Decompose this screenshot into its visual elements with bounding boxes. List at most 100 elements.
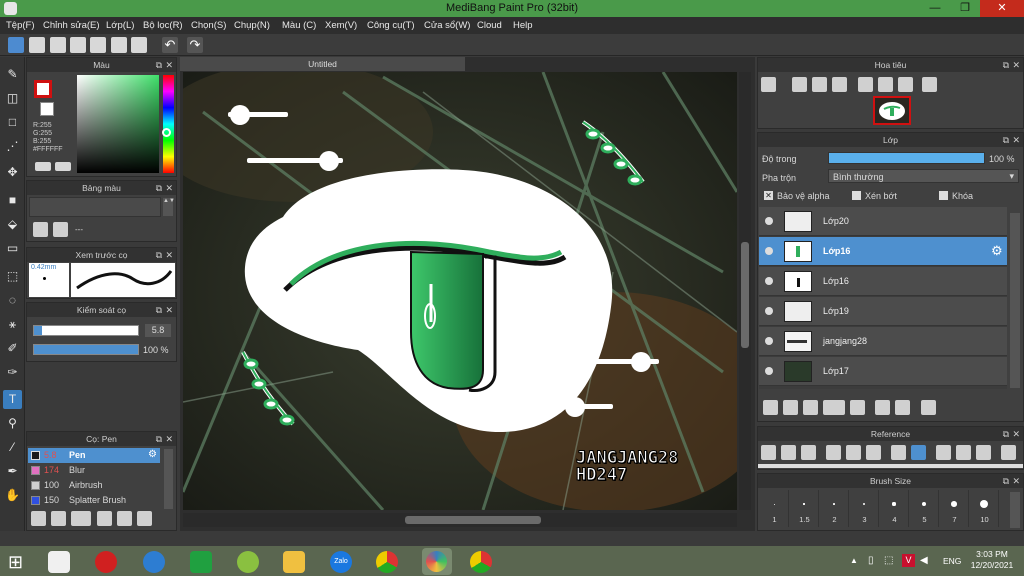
fill-rect-icon[interactable]: ■ — [3, 191, 22, 210]
zoom-in-icon[interactable] — [761, 77, 776, 92]
file-icon[interactable] — [48, 551, 70, 573]
brush-size-cell[interactable]: 5 — [910, 490, 939, 527]
store-icon[interactable] — [190, 551, 212, 573]
float-icon[interactable]: ⧉ — [156, 432, 162, 446]
artwork-canvas[interactable]: JANGJANG28 HD247 — [183, 72, 737, 510]
layer-row[interactable]: Lớp19 — [759, 297, 1007, 326]
new-8bit-layer-icon[interactable] — [803, 400, 818, 415]
brush-size-cell[interactable]: 1.5 — [790, 490, 819, 527]
clock[interactable]: 3:03 PM 12/20/2021 — [970, 549, 1014, 571]
menu-view[interactable]: Xem(V) — [325, 20, 357, 31]
eraser-tool-icon[interactable]: ◫ — [3, 89, 22, 108]
brush-tool-icon[interactable]: ✎ — [3, 65, 22, 84]
select-tool-icon[interactable]: ⬚ — [3, 267, 22, 286]
brush-size-cell[interactable]: 4 — [880, 490, 909, 527]
menu-file[interactable]: Tệp(F) — [6, 20, 35, 31]
zoom-in-icon[interactable] — [792, 77, 807, 92]
magic-wand-icon[interactable]: ⚹ — [3, 315, 22, 334]
duplicate-layer-icon[interactable] — [875, 400, 890, 415]
brush-item-blur[interactable]: 174 Blur — [28, 463, 160, 478]
new-layer-icon[interactable] — [763, 400, 778, 415]
vivaldi-tray-icon[interactable]: V — [902, 554, 915, 567]
color-mode-button[interactable] — [35, 162, 51, 171]
lock-checkbox[interactable] — [939, 191, 948, 200]
settings-gear-icon[interactable]: ⚙ — [148, 449, 157, 460]
rectangle-tool-icon[interactable]: □ — [3, 113, 22, 132]
layer-opacity-slider[interactable] — [828, 152, 985, 164]
brush-size-cell[interactable]: 7 — [940, 490, 969, 527]
flip-icon[interactable] — [1001, 445, 1016, 460]
fit-icon[interactable] — [846, 445, 861, 460]
tray-chevron-icon[interactable]: ▲ — [850, 556, 858, 565]
fit-icon[interactable] — [812, 77, 827, 92]
zalo-icon[interactable]: Zalo — [330, 551, 352, 573]
eye-icon[interactable] — [765, 367, 773, 375]
new-brush-icon[interactable] — [51, 511, 66, 526]
float-icon[interactable]: ⧉ — [156, 181, 162, 195]
eye-icon[interactable] — [765, 217, 773, 225]
folder-icon[interactable] — [283, 551, 305, 573]
opera-icon[interactable] — [95, 551, 117, 573]
pen-tool-icon[interactable]: ✒ — [3, 462, 22, 481]
reference-image-area[interactable] — [758, 464, 1023, 468]
float-icon[interactable]: ⧉ — [1003, 427, 1009, 441]
brush-opacity-slider[interactable] — [33, 344, 139, 355]
delete-swatch-icon[interactable] — [53, 222, 68, 237]
zoom-in-icon[interactable] — [826, 445, 841, 460]
brush-properties-icon[interactable] — [97, 511, 112, 526]
open-folder-icon[interactable] — [781, 445, 796, 460]
float-icon[interactable]: ⧉ — [156, 303, 162, 317]
language-indicator[interactable]: ENG — [943, 556, 961, 566]
panel-close-icon[interactable]: ✕ — [165, 58, 173, 72]
grid-icon[interactable] — [111, 37, 127, 53]
vertical-scrollbar[interactable] — [739, 72, 751, 510]
panel-close-icon[interactable]: ✕ — [1012, 133, 1020, 147]
rotate-left-icon[interactable] — [936, 445, 951, 460]
share-icon[interactable] — [29, 37, 45, 53]
coccoc-icon[interactable] — [237, 551, 259, 573]
cloud-icon[interactable] — [761, 445, 776, 460]
background-color-swatch[interactable] — [40, 102, 54, 116]
layer-row[interactable]: Lớp16 ⚙ — [759, 237, 1007, 266]
horizontal-scroll-thumb[interactable] — [405, 516, 541, 524]
brush-item-airbrush[interactable]: 100 Airbrush — [28, 478, 160, 493]
merge-layer-icon[interactable] — [895, 400, 910, 415]
lasso-tool-icon[interactable]: ◌ — [3, 291, 22, 310]
add-swatch-icon[interactable] — [33, 222, 48, 237]
comment-icon[interactable] — [50, 37, 66, 53]
eye-icon[interactable] — [765, 307, 773, 315]
minimize-button[interactable]: — — [920, 0, 950, 17]
vertical-scroll-thumb[interactable] — [741, 242, 749, 348]
rotate-icon[interactable] — [858, 77, 873, 92]
menu-color[interactable]: Màu (C) — [282, 20, 316, 31]
close-button[interactable]: ✕ — [980, 0, 1024, 17]
move-tool-icon[interactable]: ✥ — [3, 163, 22, 182]
chrome-icon[interactable] — [376, 551, 398, 573]
menu-edit[interactable]: Chỉnh sửa(E) — [43, 20, 100, 31]
panel-close-icon[interactable]: ✕ — [165, 248, 173, 262]
foreground-color-swatch[interactable] — [34, 80, 52, 98]
chat-icon[interactable] — [70, 37, 86, 53]
brush-menu-icon[interactable] — [71, 511, 91, 526]
undo-icon[interactable]: ↶ — [162, 37, 178, 53]
rotate-right-icon[interactable] — [976, 445, 991, 460]
layer-row[interactable]: jangjang28 — [759, 327, 1007, 356]
layer-row[interactable]: Lớp16 — [759, 267, 1007, 296]
float-icon[interactable]: ⧉ — [1003, 474, 1009, 488]
hand-icon[interactable] — [911, 445, 926, 460]
close-icon[interactable] — [801, 445, 816, 460]
new-halftone-layer-icon[interactable] — [783, 400, 798, 415]
add-brush-icon[interactable] — [31, 511, 46, 526]
windows-start-icon[interactable]: ⊞ — [8, 551, 30, 573]
menu-layer[interactable]: Lớp(L) — [106, 20, 134, 31]
menu-select[interactable]: Chọn(S) — [191, 20, 226, 31]
swatch-scrollbar[interactable]: ▲▼ — [163, 198, 175, 216]
select-eraser-icon[interactable]: ✑ — [3, 363, 22, 382]
protect-alpha-checkbox[interactable]: ✕ — [764, 191, 773, 200]
tray-device-icon[interactable]: ▯ — [868, 555, 874, 566]
menu-tools[interactable]: Công cụ(T) — [367, 20, 415, 31]
brush-size-value[interactable]: 5.8 — [145, 324, 171, 337]
brush-size-slider[interactable] — [33, 325, 139, 336]
color-wheel-button[interactable] — [55, 162, 71, 171]
navigator-thumbnail[interactable] — [873, 96, 911, 125]
